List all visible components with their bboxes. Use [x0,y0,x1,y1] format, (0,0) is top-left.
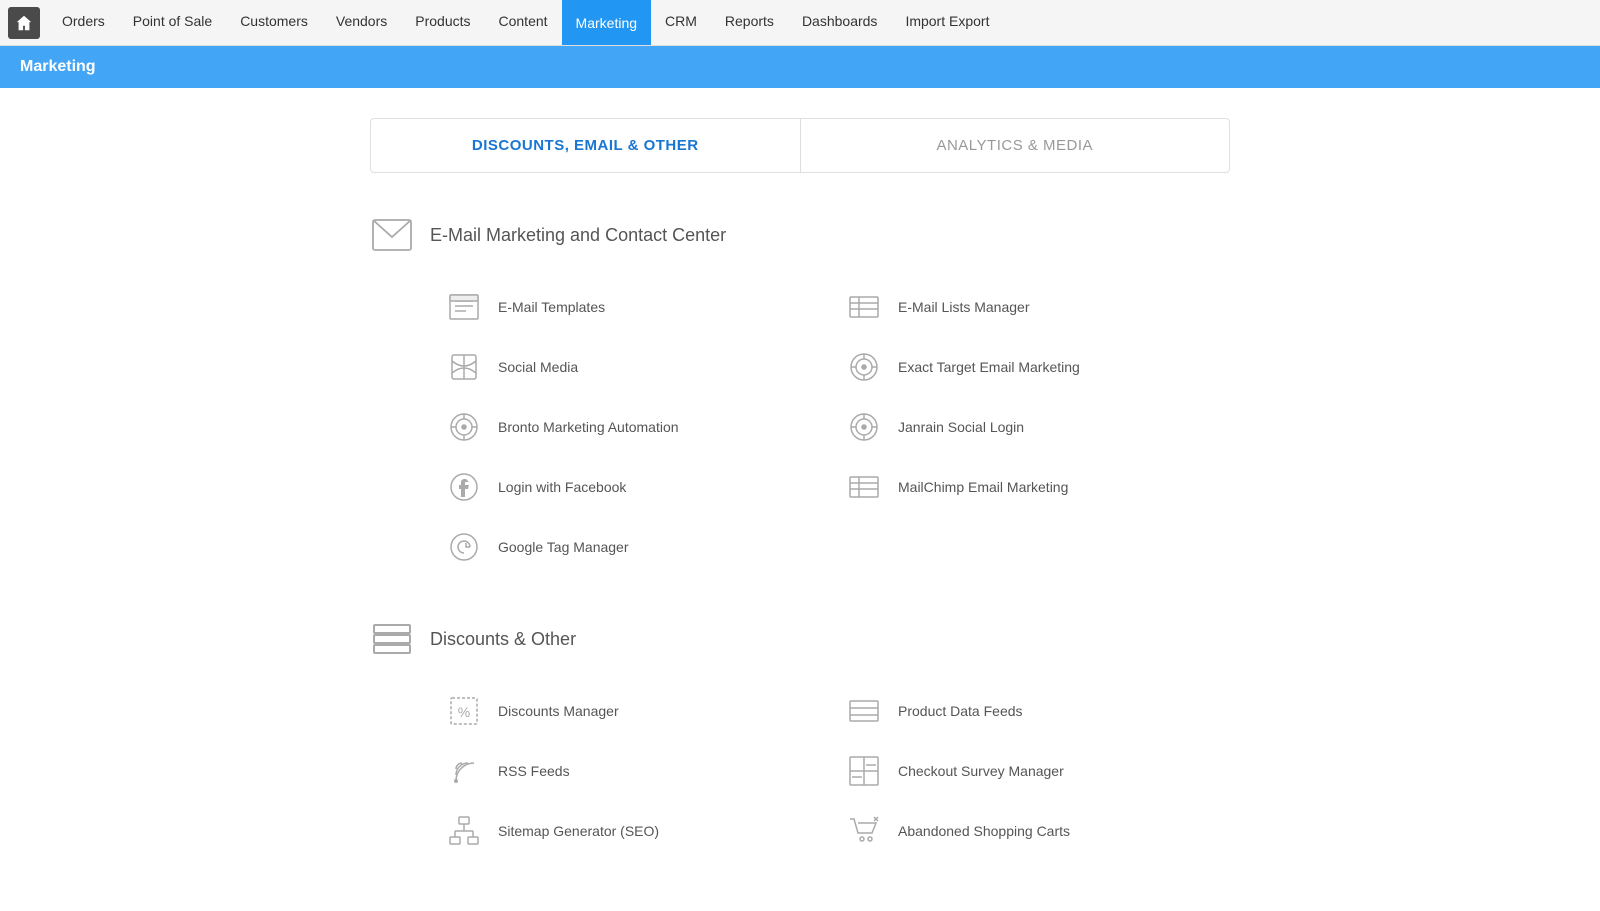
tab-bar: DISCOUNTS, EMAIL & OTHER ANALYTICS & MED… [370,118,1230,173]
discounts-items-grid: % Discounts Manager Product Data Feeds [430,681,1230,861]
checkout-survey-icon [846,753,882,789]
email-marketing-section: E-Mail Marketing and Contact Center E-Ma… [350,203,1250,607]
layers-icon [370,617,414,661]
nav-products[interactable]: Products [401,0,484,45]
email-section-title: E-Mail Marketing and Contact Center [430,225,726,246]
mailchimp-label: MailChimp Email Marketing [898,479,1068,495]
google-tag-label: Google Tag Manager [498,539,629,555]
nav-vendors[interactable]: Vendors [322,0,401,45]
sitemap-generator-label: Sitemap Generator (SEO) [498,823,659,839]
home-button[interactable] [8,7,40,39]
janrain-icon [846,409,882,445]
product-data-feeds-label: Product Data Feeds [898,703,1023,719]
sitemap-icon [446,813,482,849]
google-tag-item[interactable]: Google Tag Manager [430,517,830,577]
envelope-icon [370,213,414,257]
nav-content[interactable]: Content [485,0,562,45]
top-nav: Orders Point of Sale Customers Vendors P… [0,0,1600,46]
nav-reports[interactable]: Reports [711,0,788,45]
login-facebook-item[interactable]: Login with Facebook [430,457,830,517]
bronto-label: Bronto Marketing Automation [498,419,679,435]
rss-feeds-item[interactable]: RSS Feeds [430,741,830,801]
email-lists-item[interactable]: E-Mail Lists Manager [830,277,1230,337]
section-header-email: E-Mail Marketing and Contact Center [370,213,1230,257]
nav-import-export[interactable]: Import Export [891,0,1003,45]
nav-orders[interactable]: Orders [48,0,119,45]
tab-analytics-media[interactable]: ANALYTICS & MEDIA [801,119,1230,172]
email-lists-icon [846,289,882,325]
abandoned-carts-icon [846,813,882,849]
section-header-discounts: Discounts & Other [370,617,1230,661]
mailchimp-icon [846,469,882,505]
checkout-survey-item[interactable]: Checkout Survey Manager [830,741,1230,801]
social-media-label: Social Media [498,359,578,375]
nav-marketing[interactable]: Marketing [562,0,651,45]
checkout-survey-label: Checkout Survey Manager [898,763,1064,779]
email-templates-item[interactable]: E-Mail Templates [430,277,830,337]
nav-dashboards[interactable]: Dashboards [788,0,892,45]
exact-target-icon [846,349,882,385]
rss-icon [446,753,482,789]
nav-crm[interactable]: CRM [651,0,711,45]
social-media-item[interactable]: Social Media [430,337,830,397]
discounts-manager-item[interactable]: % Discounts Manager [430,681,830,741]
janrain-label: Janrain Social Login [898,419,1024,435]
sitemap-generator-item[interactable]: Sitemap Generator (SEO) [430,801,830,861]
discounts-manager-label: Discounts Manager [498,703,619,719]
nav-customers[interactable]: Customers [226,0,322,45]
email-templates-label: E-Mail Templates [498,299,605,315]
janrain-item[interactable]: Janrain Social Login [830,397,1230,457]
bronto-icon [446,409,482,445]
facebook-icon [446,469,482,505]
rss-feeds-label: RSS Feeds [498,763,570,779]
discounts-section-title: Discounts & Other [430,629,576,650]
nav-point-of-sale[interactable]: Point of Sale [119,0,226,45]
email-lists-label: E-Mail Lists Manager [898,299,1030,315]
tab-discounts-email[interactable]: DISCOUNTS, EMAIL & OTHER [371,119,801,172]
main-content: DISCOUNTS, EMAIL & OTHER ANALYTICS & MED… [350,88,1250,911]
exact-target-item[interactable]: Exact Target Email Marketing [830,337,1230,397]
email-templates-icon [446,289,482,325]
bronto-item[interactable]: Bronto Marketing Automation [430,397,830,457]
page-header: Marketing [0,46,1600,88]
email-items-grid: E-Mail Templates E-Mail Lists Manager [430,277,1230,577]
svg-text:%: % [458,704,470,720]
login-facebook-label: Login with Facebook [498,479,626,495]
social-media-icon [446,349,482,385]
page-title: Marketing [20,58,96,75]
product-data-feeds-item[interactable]: Product Data Feeds [830,681,1230,741]
discounts-section: Discounts & Other % Discounts Manager [350,607,1250,891]
abandoned-carts-item[interactable]: Abandoned Shopping Carts [830,801,1230,861]
nav-items: Orders Point of Sale Customers Vendors P… [48,0,1003,45]
google-tag-icon [446,529,482,565]
discounts-manager-icon: % [446,693,482,729]
abandoned-carts-label: Abandoned Shopping Carts [898,823,1070,839]
exact-target-label: Exact Target Email Marketing [898,359,1080,375]
mailchimp-item[interactable]: MailChimp Email Marketing [830,457,1230,517]
product-data-feeds-icon [846,693,882,729]
